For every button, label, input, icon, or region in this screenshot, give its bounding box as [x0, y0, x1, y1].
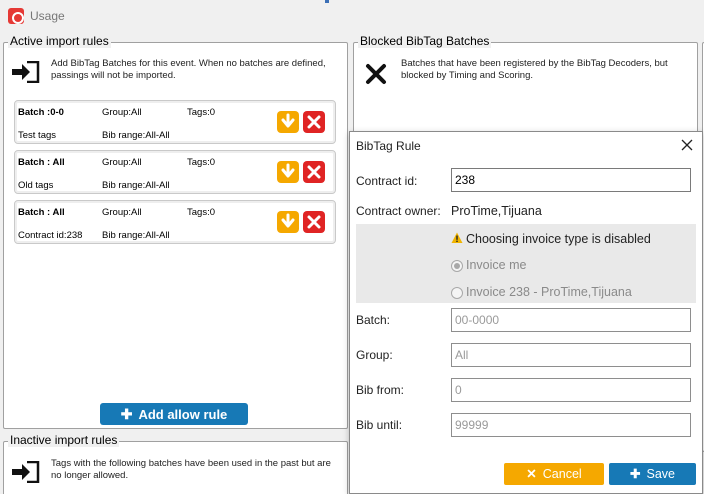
bibtag-rule-dialog: BibTag Rule Contract id: 238 Contract ow…	[349, 131, 703, 494]
delete-icon	[307, 165, 321, 179]
top-accent-line	[325, 0, 329, 3]
rule-card[interactable]: Batch : All Group:All Tags:0 Contract id…	[14, 200, 336, 244]
warning-icon	[451, 232, 463, 243]
dialog-title: BibTag Rule	[356, 139, 421, 153]
arrow-into-icon	[12, 61, 40, 83]
plus-icon: ✚	[120, 406, 133, 422]
rule-bib-range: Bib range:All-All	[102, 230, 170, 241]
group-label: Group:	[356, 348, 393, 362]
invoice-owner-label: Invoice 238 - ProTime,Tijuana	[466, 285, 632, 299]
window-title: Usage	[30, 9, 65, 23]
invoice-me-radio[interactable]	[451, 260, 463, 272]
cancel-button[interactable]: ✕ Cancel	[504, 463, 604, 485]
move-down-button[interactable]	[277, 111, 299, 133]
close-icon[interactable]	[680, 138, 694, 152]
inactive-legend: Inactive import rules	[8, 433, 120, 447]
rule-bib-range: Bib range:All-All	[102, 180, 170, 191]
arrow-into-icon	[12, 461, 40, 483]
contract-id-field[interactable]: 238	[451, 168, 691, 192]
inactive-description: Tags with the following batches have bee…	[51, 458, 331, 481]
rule-group: Group:All	[102, 157, 142, 168]
group-field[interactable]: All	[451, 343, 691, 367]
x-mark-icon	[366, 64, 386, 84]
inactive-import-rules-group: Inactive import rules Tags with the foll…	[3, 433, 348, 494]
delete-icon	[307, 115, 321, 129]
save-button[interactable]: ✚ Save	[609, 463, 696, 485]
delete-rule-button[interactable]	[303, 211, 325, 233]
delete-rule-button[interactable]	[303, 111, 325, 133]
blocked-legend: Blocked BibTag Batches	[358, 34, 492, 48]
rule-batch: Batch : All	[18, 157, 65, 168]
delete-icon	[307, 215, 321, 229]
plus-icon: ✚	[630, 467, 641, 481]
invoice-warning-text: Choosing invoice type is disabled	[466, 232, 651, 246]
invoice-me-label: Invoice me	[466, 258, 527, 272]
close-icon: ✕	[526, 467, 537, 481]
add-allow-rule-button[interactable]: ✚ Add allow rule	[100, 403, 248, 425]
active-import-rules-group: Active import rules Add BibTag Batches f…	[3, 34, 348, 429]
batch-field[interactable]: 00-0000	[451, 308, 691, 332]
batch-label: Batch:	[356, 313, 391, 327]
move-down-button[interactable]	[277, 211, 299, 233]
arrow-down-icon	[281, 213, 295, 228]
invoice-owner-radio[interactable]	[451, 287, 463, 299]
contract-id-label: Contract id:	[356, 174, 418, 188]
rule-name: Old tags	[18, 180, 54, 191]
rule-batch: Batch : All	[18, 207, 65, 218]
contract-owner-label: Contract owner:	[356, 204, 441, 218]
bib-from-field[interactable]: 0	[451, 378, 691, 402]
rule-tags: Tags:0	[187, 107, 215, 118]
rule-card[interactable]: Batch :0-0 Group:All Tags:0 Test tags Bi…	[14, 100, 336, 144]
move-down-button[interactable]	[277, 161, 299, 183]
contract-owner-value: ProTime,Tijuana	[451, 204, 542, 218]
app-icon	[8, 8, 24, 24]
rule-group: Group:All	[102, 207, 142, 218]
active-rules-legend: Active import rules	[8, 34, 111, 48]
rule-card[interactable]: Batch : All Group:All Tags:0 Old tags Bi…	[14, 150, 336, 194]
title-bar: Usage	[0, 0, 704, 34]
arrow-down-icon	[281, 113, 295, 128]
active-description: Add BibTag Batches for this event. When …	[51, 58, 326, 81]
bib-from-label: Bib from:	[356, 383, 405, 397]
rule-group: Group:All	[102, 107, 142, 118]
delete-rule-button[interactable]	[303, 161, 325, 183]
rule-tags: Tags:0	[187, 157, 215, 168]
blocked-description: Batches that have been registered by the…	[401, 58, 668, 81]
bib-until-label: Bib until:	[356, 418, 403, 432]
arrow-down-icon	[281, 163, 295, 178]
rule-name: Contract id:238	[18, 230, 83, 241]
bib-until-field[interactable]: 99999	[451, 413, 691, 437]
rule-tags: Tags:0	[187, 207, 215, 218]
rule-batch: Batch :0-0	[18, 107, 64, 118]
rule-bib-range: Bib range:All-All	[102, 130, 170, 141]
rule-name: Test tags	[18, 130, 57, 141]
